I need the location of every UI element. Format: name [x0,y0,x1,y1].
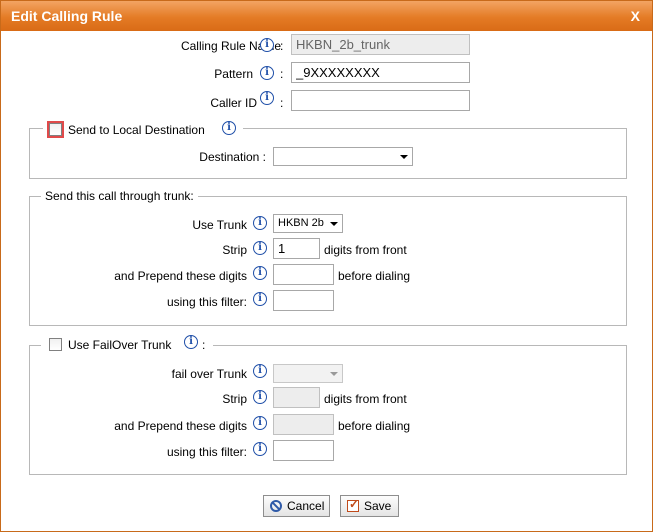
failover-info-icon[interactable]: i [184,335,198,349]
close-button[interactable]: X [631,8,640,24]
save-button[interactable]: Save [340,495,399,517]
colon-label: : [280,96,284,110]
local-destination-info-icon[interactable]: i [222,121,236,135]
caller-id-input[interactable] [291,90,470,111]
use-trunk-info-icon[interactable]: i [253,216,267,230]
pattern-input[interactable] [291,62,470,83]
strip-suffix-label: digits from front [324,243,407,257]
pattern-label: Pattern [214,67,253,81]
failover-prepend-input[interactable] [273,414,334,435]
failover-filter-info-icon[interactable]: i [253,442,267,456]
destination-label: Destination : [199,150,266,164]
prepend-label: and Prepend these digits [114,269,247,283]
fail-over-trunk-label: fail over Trunk [171,367,247,381]
caller-id-label: Caller ID [210,96,257,110]
failover-colon: : [202,338,206,352]
failover-filter-label: using this filter: [166,445,247,459]
failover-prepend-suffix-label: before dialing [338,419,411,433]
caller-id-info-icon[interactable]: i [260,91,274,105]
cancel-icon [270,500,282,512]
save-button-label: Save [364,499,392,513]
dialog-titlebar[interactable]: Edit Calling Rule X [1,1,652,31]
prepend-input[interactable] [273,264,334,285]
colon-label: : [280,39,284,53]
fail-over-trunk-info-icon[interactable]: i [253,364,267,378]
chevron-down-icon [330,222,338,226]
calling-rule-name-input[interactable] [291,34,470,55]
cancel-button-label: Cancel [287,499,325,513]
failover-prepend-label: and Prepend these digits [114,419,247,433]
use-trunk-select[interactable]: HKBN 2b [273,214,343,233]
use-failover-trunk-checkbox[interactable] [49,338,62,351]
edit-calling-rule-dialog: Edit Calling Rule X Calling Rule Name i … [0,0,653,532]
filter-info-icon[interactable]: i [253,292,267,306]
calling-rule-name-info-icon[interactable]: i [260,38,274,52]
failover-strip-info-icon[interactable]: i [253,390,267,404]
strip-info-icon[interactable]: i [253,241,267,255]
use-failover-trunk-label[interactable]: Use FailOver Trunk [68,338,171,352]
prepend-suffix-label: before dialing [338,269,411,283]
fail-over-trunk-select[interactable] [273,364,343,383]
failover-strip-suffix-label: digits from front [324,392,407,406]
failover-strip-label: Strip [222,392,247,406]
failover-filter-input[interactable] [273,440,334,461]
dialog-title: Edit Calling Rule [11,8,123,24]
checkmark-icon [347,497,359,512]
use-trunk-select-value: HKBN 2b [278,217,324,229]
trunk-legend: Send this call through trunk: [41,189,198,203]
strip-input[interactable] [273,238,320,259]
use-trunk-label: Use Trunk [192,218,247,232]
send-to-local-destination-label[interactable]: Send to Local Destination [68,123,205,137]
chevron-down-icon [330,372,338,376]
filter-label: using this filter: [166,295,247,309]
chevron-down-icon [400,155,408,159]
filter-input[interactable] [273,290,334,311]
prepend-info-icon[interactable]: i [253,266,267,280]
cancel-button[interactable]: Cancel [263,495,330,517]
send-to-local-destination-checkbox[interactable] [47,121,64,138]
failover-prepend-info-icon[interactable]: i [253,416,267,430]
colon-label: : [280,67,284,81]
destination-select[interactable] [273,147,413,166]
pattern-info-icon[interactable]: i [260,66,274,80]
strip-label: Strip [222,243,247,257]
failover-strip-input[interactable] [273,387,320,408]
